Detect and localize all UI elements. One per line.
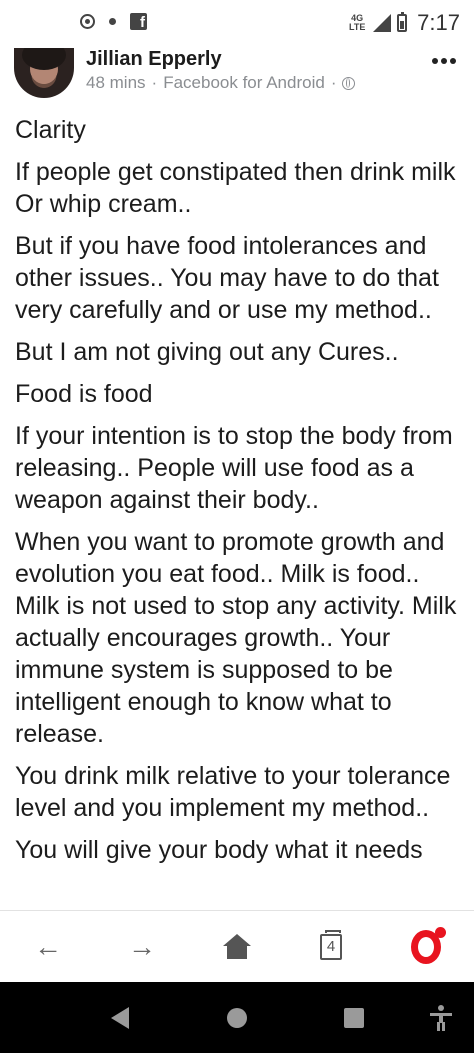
- status-bar: f 4G LTE 7:17: [0, 0, 474, 48]
- more-dot-icon: [450, 58, 456, 64]
- back-button[interactable]: ←: [18, 911, 78, 983]
- post-paragraph: But I am not giving out any Cures..: [15, 338, 399, 366]
- forward-button[interactable]: →: [112, 911, 172, 983]
- nav-back-button[interactable]: [90, 982, 150, 1053]
- signal-icon: [373, 14, 392, 32]
- status-bar-notifications: f: [80, 13, 147, 30]
- accessibility-button[interactable]: [411, 982, 471, 1053]
- meta-separator: ·: [330, 73, 337, 92]
- more-dot-icon: [432, 58, 438, 64]
- tabs-icon: 4: [320, 930, 342, 960]
- status-bar-system: 4G LTE 7:17: [347, 10, 460, 36]
- meta-separator: ·: [151, 73, 158, 92]
- nav-back-icon: [111, 1006, 129, 1029]
- opera-menu-button[interactable]: [396, 911, 456, 983]
- nav-home-icon: [227, 1007, 247, 1028]
- facebook-icon: f: [130, 13, 147, 30]
- nav-home-button[interactable]: [207, 982, 267, 1053]
- post-paragraph: Clarity: [15, 116, 86, 144]
- avatar[interactable]: [14, 48, 74, 98]
- forward-arrow-icon: →: [128, 931, 156, 962]
- post-header: Jillian Epperly 48 mins · Facebook for A…: [0, 48, 474, 104]
- nav-recents-button[interactable]: [324, 982, 384, 1053]
- accessibility-icon: [430, 1004, 452, 1031]
- browser-toolbar: ← → 4: [0, 910, 474, 983]
- post-meta: 48 mins · Facebook for Android ·: [86, 73, 356, 93]
- post-time[interactable]: 48 mins: [86, 73, 146, 93]
- system-nav-bar: [0, 982, 474, 1053]
- more-dot-icon: [441, 58, 447, 64]
- post-paragraph: But if you have food intolerances and ot…: [15, 232, 439, 324]
- post-paragraph: When you want to promote growth and evol…: [15, 528, 457, 748]
- tabs-button[interactable]: 4: [301, 911, 361, 983]
- post-paragraph: You will give your body what it needs: [15, 836, 423, 864]
- screen-record-icon: [80, 14, 95, 29]
- tab-count: 4: [326, 938, 336, 955]
- nav-recents-icon: [344, 1007, 364, 1028]
- back-arrow-icon: ←: [34, 931, 62, 962]
- author-name[interactable]: Jillian Epperly: [86, 48, 222, 71]
- notification-badge: [435, 927, 446, 938]
- network-type-icon: 4G LTE: [349, 13, 366, 32]
- home-icon: [223, 934, 251, 960]
- post-paragraph: If people get constipated then drink mil…: [15, 158, 456, 218]
- post-paragraph: Food is food: [15, 380, 153, 408]
- clock: 7:17: [417, 10, 460, 35]
- post-source: Facebook for Android: [163, 73, 325, 92]
- home-button[interactable]: [207, 911, 267, 983]
- post-paragraph: You drink milk relative to your toleranc…: [15, 762, 451, 822]
- opera-logo-icon: [411, 927, 446, 964]
- post-paragraph: If your intention is to stop the body fr…: [15, 422, 453, 514]
- more-options-button[interactable]: [432, 58, 456, 64]
- notification-dot-icon: [109, 18, 116, 25]
- battery-icon: [397, 12, 408, 32]
- globe-icon: [342, 76, 356, 90]
- post-body: Clarity If people get constipated then d…: [15, 114, 463, 910]
